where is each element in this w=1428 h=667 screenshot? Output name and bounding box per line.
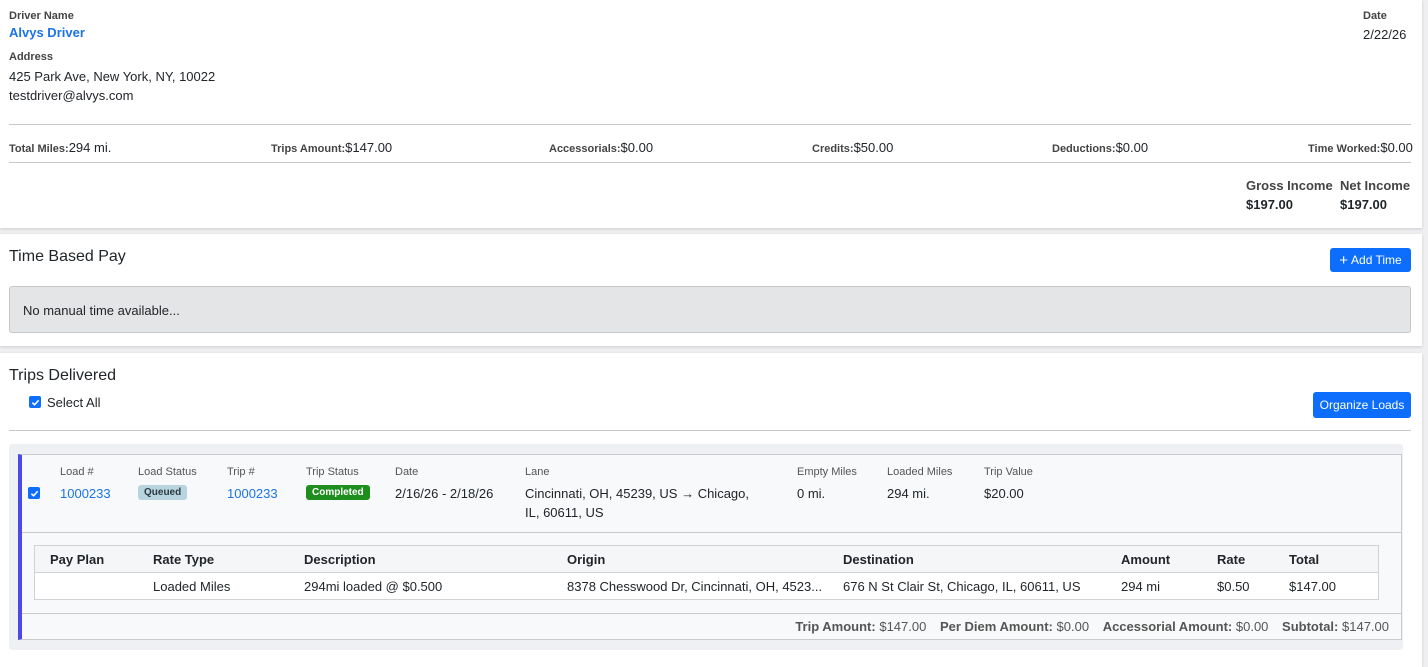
select-all-checkbox[interactable] xyxy=(29,396,41,408)
time-based-pay-title: Time Based Pay xyxy=(9,248,126,265)
load-number-link[interactable]: 1000233 xyxy=(60,486,111,501)
per-diem-label: Per Diem Amount: xyxy=(939,619,1053,634)
address-value: 425 Park Ave, New York, NY, 10022 xyxy=(9,69,216,84)
credits-stat: Credits:$50.00 xyxy=(812,139,893,157)
accessorials-label: Accessorials: xyxy=(549,143,621,155)
trip-amount-label: Trip Amount: xyxy=(795,619,876,634)
origin-cell: 8378 Chesswood Dr, Cincinnati, OH, 4523.… xyxy=(567,579,823,594)
rate-type-column-header: Rate Type xyxy=(153,552,215,567)
check-icon xyxy=(31,399,39,406)
destination-cell: 676 N St Clair St, Chicago, IL, 60611, U… xyxy=(843,579,1081,594)
rate-cell: $0.50 xyxy=(1217,579,1250,594)
pay-table-header-row: Pay Plan Rate Type Description Origin De… xyxy=(35,546,1378,573)
empty-time-panel: No manual time available... xyxy=(9,286,1411,333)
divider xyxy=(22,532,1401,533)
load-checkbox[interactable] xyxy=(28,487,40,499)
date-label: Date xyxy=(1363,10,1387,22)
per-diem-value: $0.00 xyxy=(1056,619,1090,634)
load-number-header: Load # xyxy=(60,466,94,478)
driver-summary-card: Driver Name Alvys Driver Address 425 Par… xyxy=(0,0,1422,228)
credits-label: Credits: xyxy=(812,143,854,155)
address-label: Address xyxy=(9,51,54,63)
credits-value: $50.00 xyxy=(853,140,894,155)
deductions-stat: Deductions:$0.00 xyxy=(1052,139,1148,157)
select-all-label: Select All xyxy=(47,395,101,410)
trip-amount-value: $147.00 xyxy=(879,619,927,634)
trip-value-value: $20.00 xyxy=(984,486,1024,501)
trips-amount-value: $147.00 xyxy=(345,140,393,155)
gross-income-value: $197.00 xyxy=(1246,197,1293,212)
load-status-header: Load Status xyxy=(138,466,197,478)
email-value: testdriver@alvys.com xyxy=(9,88,134,103)
subtotal-label: Subtotal: xyxy=(1282,619,1339,634)
net-income-value: $197.00 xyxy=(1340,197,1387,212)
total-miles-stat: Total Miles:294 mi. xyxy=(9,139,111,157)
trip-status-header: Trip Status xyxy=(306,466,359,478)
check-icon xyxy=(30,490,38,497)
divider xyxy=(9,430,1411,431)
date-range-value: 2/16/26 - 2/18/26 xyxy=(395,486,494,501)
amount-cell: 294 mi xyxy=(1121,579,1161,594)
loads-container: Load # Load Status Trip # Trip Status Da… xyxy=(9,444,1403,650)
organize-loads-button[interactable]: Organize Loads xyxy=(1313,392,1411,418)
pay-plan-column-header: Pay Plan xyxy=(50,552,105,567)
loaded-miles-header: Loaded Miles xyxy=(887,466,953,478)
add-time-button[interactable]: + Add Time xyxy=(1330,248,1411,272)
empty-time-message: No manual time available... xyxy=(23,303,180,318)
empty-miles-value: 0 mi. xyxy=(797,486,826,501)
divider xyxy=(9,162,1411,163)
trips-amount-stat: Trips Amount:$147.00 xyxy=(271,139,392,157)
divider xyxy=(9,124,1411,125)
pay-table: Pay Plan Rate Type Description Origin De… xyxy=(34,545,1379,600)
date-header: Date xyxy=(395,466,419,478)
plus-icon: + xyxy=(1339,251,1349,269)
load-totals-footer: Trip Amount: $147.00 Per Diem Amount: $0… xyxy=(795,619,1389,634)
time-worked-stat: Time Worked:$0.00 xyxy=(1308,139,1413,157)
time-worked-label: Time Worked: xyxy=(1308,143,1381,155)
destination-column-header: Destination xyxy=(843,552,914,567)
load-status-badge: Queued xyxy=(138,485,188,500)
driver-name-link[interactable]: Alvys Driver xyxy=(9,25,85,40)
time-worked-value: $0.00 xyxy=(1380,140,1413,155)
load-row[interactable]: Load # Load Status Trip # Trip Status Da… xyxy=(18,454,1402,640)
description-cell: 294mi loaded @ $0.500 xyxy=(304,579,443,594)
rate-column-header: Rate xyxy=(1217,552,1246,567)
accessorial-amount-value: $0.00 xyxy=(1235,619,1269,634)
add-time-label: Add Time xyxy=(1351,253,1402,267)
trip-status-badge: Completed xyxy=(306,485,370,500)
origin-column-header: Origin xyxy=(567,552,606,567)
trips-delivered-title: Trips Delivered xyxy=(9,367,116,384)
accessorial-amount-label: Accessorial Amount: xyxy=(1102,619,1233,634)
trip-number-header: Trip # xyxy=(227,466,255,478)
total-miles-value: 294 mi. xyxy=(68,140,112,155)
trip-number-link[interactable]: 1000233 xyxy=(227,486,278,501)
deductions-label: Deductions: xyxy=(1052,143,1116,155)
lane-line-2: IL, 60611, US xyxy=(525,505,604,520)
rate-type-cell: Loaded Miles xyxy=(153,579,231,594)
date-value: 2/22/26 xyxy=(1363,27,1407,42)
total-column-header: Total xyxy=(1289,552,1320,567)
trips-delivered-card: Trips Delivered Select All Organize Load… xyxy=(0,353,1422,667)
time-based-pay-card: Time Based Pay + Add Time No manual time… xyxy=(0,234,1422,346)
table-row: Loaded Miles 294mi loaded @ $0.500 8378 … xyxy=(35,573,1378,599)
gross-income-label: Gross Income xyxy=(1246,178,1333,193)
loaded-miles-value: 294 mi. xyxy=(887,486,930,501)
trips-amount-label: Trips Amount: xyxy=(271,143,346,155)
lane-line-1: Cincinnati, OH, 45239, US → Chicago, xyxy=(525,486,749,501)
amount-column-header: Amount xyxy=(1121,552,1171,567)
deductions-value: $0.00 xyxy=(1115,140,1149,155)
empty-miles-header: Empty Miles xyxy=(797,466,857,478)
description-column-header: Description xyxy=(304,552,376,567)
total-miles-label: Total Miles: xyxy=(9,143,69,155)
trip-value-header: Trip Value xyxy=(984,466,1033,478)
lane-header: Lane xyxy=(525,466,550,478)
accessorials-stat: Accessorials:$0.00 xyxy=(549,139,653,157)
accessorials-value: $0.00 xyxy=(620,140,654,155)
divider xyxy=(22,613,1401,614)
net-income-label: Net Income xyxy=(1340,178,1411,193)
total-cell: $147.00 xyxy=(1289,579,1336,594)
subtotal-value: $147.00 xyxy=(1342,619,1389,634)
driver-name-label: Driver Name xyxy=(9,10,74,22)
